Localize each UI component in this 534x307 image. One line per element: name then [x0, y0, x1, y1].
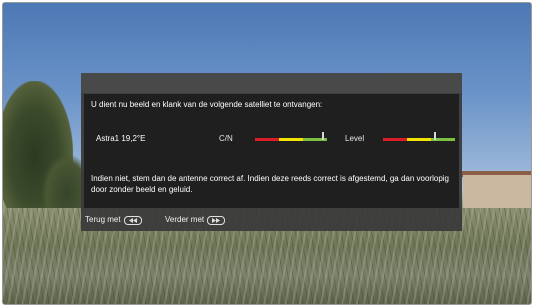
forward-hint[interactable]: Verder met	[165, 215, 226, 225]
satellite-name: Astra1 19,2°E	[96, 134, 146, 143]
cn-meter	[255, 132, 327, 141]
cn-meter-marker	[322, 132, 324, 140]
antenne-instruction-text: Indien niet, stem dan de antenne correct…	[91, 174, 449, 194]
intro-text: U dient nu beeld en klank van de volgend…	[91, 100, 323, 109]
meter-segment-low	[255, 138, 279, 141]
back-label: Terug met	[85, 215, 121, 224]
meter-segment-mid	[407, 138, 431, 141]
level-meter-marker	[434, 132, 436, 140]
tv-screen: U dient nu beeld en klank van de volgend…	[2, 2, 532, 305]
forward-label: Verder met	[165, 215, 205, 224]
cn-label: C/N	[219, 134, 233, 143]
meter-segment-mid	[279, 138, 303, 141]
dialog-title-bar	[81, 73, 462, 93]
level-meter	[383, 132, 455, 141]
back-hint[interactable]: Terug met	[85, 215, 142, 225]
meter-segment-low	[383, 138, 407, 141]
rewind-icon	[123, 215, 142, 225]
fast-forward-icon	[207, 215, 226, 225]
satellite-check-dialog: U dient nu beeld en klank van de volgend…	[81, 73, 462, 231]
level-label: Level	[345, 134, 365, 143]
